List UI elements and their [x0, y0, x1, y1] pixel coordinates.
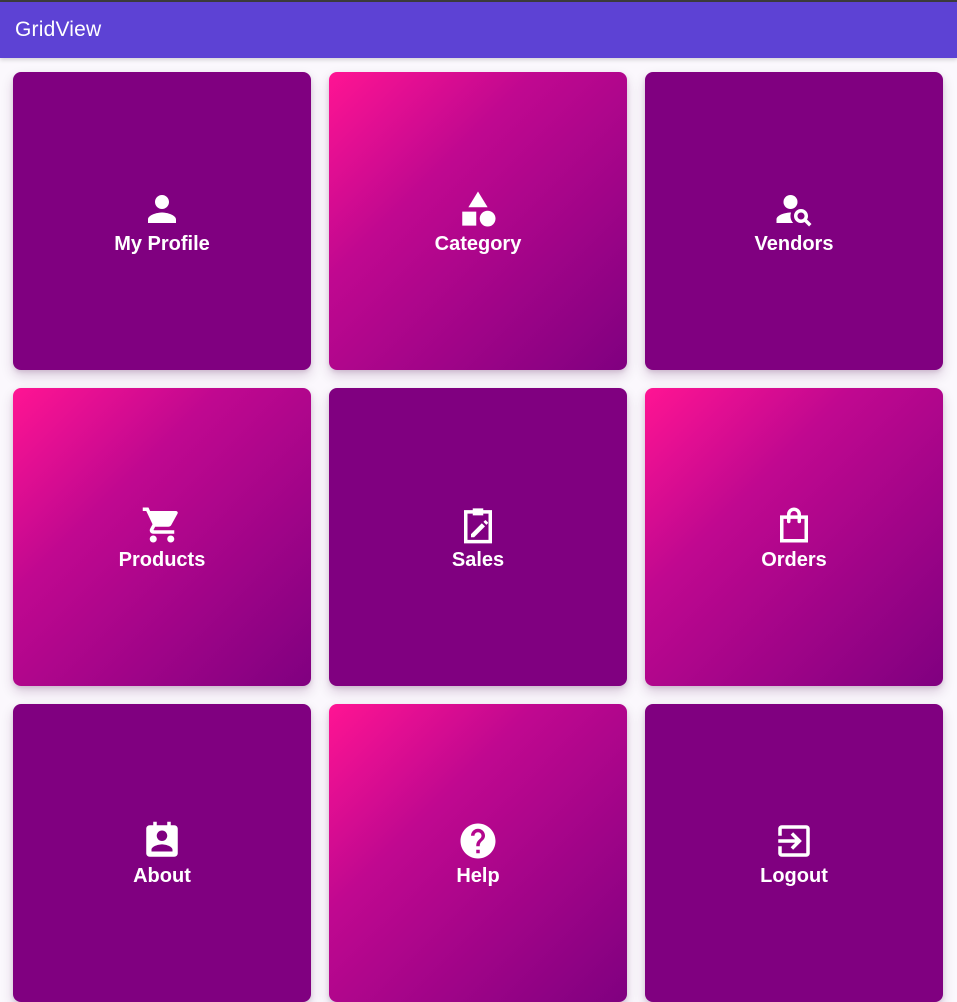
contact-card-icon — [141, 820, 183, 862]
dashboard-grid: My Profile Category Vendors Products Sal… — [0, 0, 957, 1002]
app-bar: GridView — [0, 2, 957, 58]
tile-logout[interactable]: Logout — [645, 704, 943, 1002]
exit-icon — [773, 820, 815, 862]
clipboard-edit-icon — [457, 504, 499, 546]
tile-label: Logout — [760, 865, 828, 887]
category-shapes-icon — [457, 188, 499, 230]
tile-label: Orders — [761, 549, 827, 571]
person-search-icon — [773, 188, 815, 230]
tile-label: Vendors — [754, 233, 834, 255]
person-icon — [141, 188, 183, 230]
tile-products[interactable]: Products — [13, 388, 311, 686]
tile-label: Sales — [451, 549, 505, 571]
shopping-bag-icon — [773, 504, 815, 546]
tile-help[interactable]: Help — [329, 704, 627, 1002]
tile-sales[interactable]: Sales — [329, 388, 627, 686]
tile-label: Category — [434, 233, 522, 255]
tile-my-profile[interactable]: My Profile — [13, 72, 311, 370]
tile-label: Help — [456, 865, 500, 887]
tile-about[interactable]: About — [13, 704, 311, 1002]
tile-label: Products — [118, 549, 206, 571]
app-bar-title: GridView — [15, 18, 102, 41]
tile-vendors[interactable]: Vendors — [645, 72, 943, 370]
tile-orders[interactable]: Orders — [645, 388, 943, 686]
tile-label: About — [133, 865, 191, 887]
tile-label: My Profile — [114, 233, 210, 255]
tile-category[interactable]: Category — [329, 72, 627, 370]
shopping-cart-icon — [141, 504, 183, 546]
help-circle-icon — [457, 820, 499, 862]
